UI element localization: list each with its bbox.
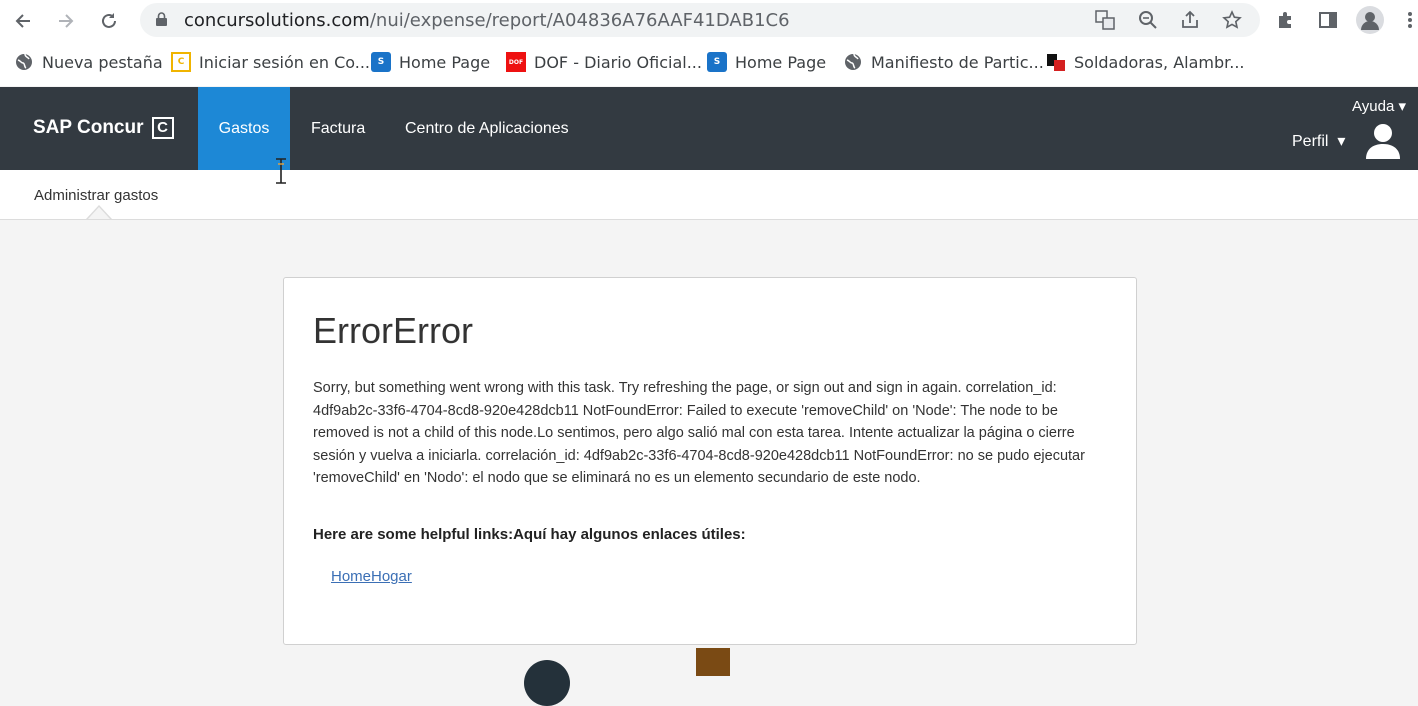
helpful-links-heading: Here are some helpful links:Aquí hay alg… [313, 526, 746, 543]
back-arrow-icon[interactable] [10, 8, 36, 34]
error-card: ErrorError Sorry, but something went wro… [283, 277, 1137, 645]
address-bar[interactable]: concursolutions.com/nui/expense/report/A… [140, 3, 1260, 37]
lock-icon [156, 12, 167, 26]
bookmark-iniciar-sesion[interactable]: C Iniciar sesión en Co... [171, 52, 370, 72]
home-link[interactable]: HomeHogar [331, 568, 412, 585]
app-header: SAP Concur C Gastos Factura Centro de Ap… [0, 87, 1418, 170]
share-icon[interactable] [1179, 9, 1201, 31]
forward-arrow-icon[interactable] [53, 8, 79, 34]
browser-profile-avatar[interactable] [1356, 6, 1384, 34]
text-cursor-icon [276, 158, 286, 184]
sap-concur-logo[interactable]: SAP Concur C [33, 117, 174, 139]
concur-logo-icon: C [151, 117, 174, 139]
sharepoint-icon: S [371, 52, 391, 72]
store-icon [1046, 52, 1066, 72]
browser-menu-icon[interactable] [1398, 8, 1418, 32]
bookmark-dof[interactable]: DOF DOF - Diario Oficial... [506, 52, 702, 72]
reload-icon[interactable] [96, 8, 122, 34]
browser-toolbar: concursolutions.com/nui/expense/report/A… [0, 0, 1418, 40]
decorative-graphic [524, 660, 570, 706]
bookmark-soldadoras[interactable]: Soldadoras, Alambr... [1046, 52, 1245, 72]
translate-icon[interactable] [1094, 9, 1116, 31]
chevron-down-icon: ▾ [1328, 133, 1346, 150]
decorative-graphic [696, 648, 730, 676]
concur-favicon: C [171, 52, 191, 72]
active-indicator-fill [88, 207, 110, 219]
user-avatar-icon[interactable] [1364, 121, 1402, 161]
bookmark-home-page-1[interactable]: S Home Page [371, 52, 490, 72]
error-message: Sorry, but something went wrong with thi… [313, 380, 1085, 486]
tab-factura[interactable]: Factura [311, 87, 365, 170]
bookmarks-bar: Nueva pestaña C Iniciar sesión en Co... … [0, 40, 1418, 86]
error-title: ErrorError [313, 310, 473, 351]
zoom-icon[interactable] [1137, 9, 1159, 31]
sub-navigation: Administrar gastos [0, 170, 1418, 220]
bookmark-home-page-2[interactable]: S Home Page [707, 52, 826, 72]
globe-icon [14, 52, 34, 72]
help-menu[interactable]: Ayuda ▾ [1352, 97, 1406, 115]
bookmark-star-icon[interactable] [1221, 9, 1243, 31]
bookmark-nueva-pestana[interactable]: Nueva pestaña [14, 52, 163, 72]
chevron-down-icon: ▾ [1394, 98, 1406, 115]
extensions-puzzle-icon[interactable] [1273, 8, 1297, 32]
dof-icon: DOF [506, 52, 526, 72]
globe-icon [843, 52, 863, 72]
url-text: concursolutions.com/nui/expense/report/A… [184, 10, 790, 31]
profile-menu[interactable]: Perfil ▾ [1292, 131, 1345, 151]
tab-centro-de-aplicaciones[interactable]: Centro de Aplicaciones [405, 87, 569, 170]
bookmark-manifiesto[interactable]: Manifiesto de Partic... [843, 52, 1044, 72]
side-panel-icon[interactable] [1316, 8, 1340, 32]
subnav-administrar-gastos[interactable]: Administrar gastos [34, 187, 158, 204]
sharepoint-icon: S [707, 52, 727, 72]
